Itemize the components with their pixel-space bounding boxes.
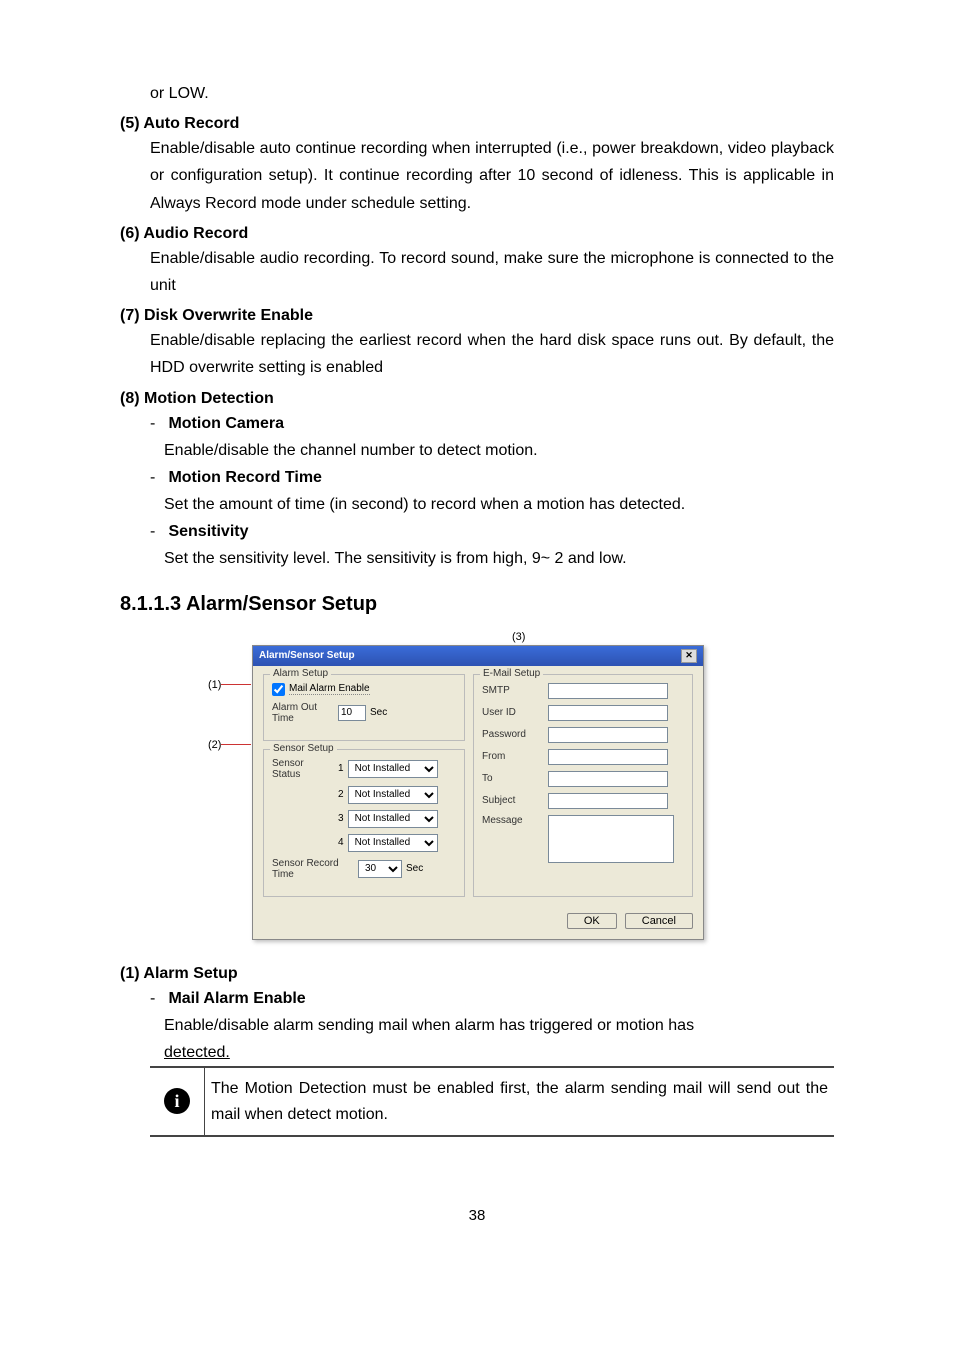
alarm-setup-group: Alarm Setup Mail Alarm Enable Alarm Out …	[263, 674, 465, 741]
userid-input[interactable]	[548, 705, 668, 721]
sensor-record-time-select[interactable]: 30	[358, 860, 402, 878]
dash-icon: -	[150, 985, 164, 1012]
message-label: Message	[482, 815, 544, 826]
sensor-legend: Sensor Setup	[270, 743, 337, 754]
sensor-status-4[interactable]: Not Installed	[348, 834, 438, 852]
sensor-setup-group: Sensor Setup Sensor Status 1 Not Install…	[263, 749, 465, 897]
smtp-input[interactable]	[548, 683, 668, 699]
item5-heading: (5) Auto Record	[120, 115, 834, 133]
dialog-title: Alarm/Sensor Setup	[259, 650, 355, 661]
callout-3: (3)	[512, 631, 525, 643]
section-heading: 8.1.1.3 Alarm/Sensor Setup	[120, 593, 834, 616]
sensor-record-time-label: Sensor Record Time	[272, 858, 354, 880]
dash-icon: -	[150, 410, 164, 437]
callout-1: (1)	[208, 679, 251, 691]
dash-icon: -	[150, 518, 164, 545]
ok-button[interactable]: OK	[567, 913, 617, 929]
to-label: To	[482, 773, 544, 784]
mail-alarm-body-2: detected.	[164, 1039, 230, 1066]
to-input[interactable]	[548, 771, 668, 787]
motion-camera-body: Enable/disable the channel number to det…	[164, 437, 538, 464]
smtp-label: SMTP	[482, 685, 544, 696]
alarm-out-time-label: Alarm Out Time	[272, 702, 334, 724]
subject-label: Subject	[482, 795, 544, 806]
sensor-status-1[interactable]: Not Installed	[348, 760, 438, 778]
close-icon[interactable]: ✕	[681, 649, 697, 663]
intro-text: or LOW.	[150, 80, 834, 107]
subject-input[interactable]	[548, 793, 668, 809]
sensor-status-3[interactable]: Not Installed	[348, 810, 438, 828]
item6-heading: (6) Audio Record	[120, 225, 834, 243]
info-note: i The Motion Detection must be enabled f…	[150, 1066, 834, 1137]
userid-label: User ID	[482, 707, 544, 718]
item6-body: Enable/disable audio recording. To recor…	[150, 245, 834, 299]
message-textarea[interactable]	[548, 815, 674, 863]
item7-heading: (7) Disk Overwrite Enable	[120, 307, 834, 325]
sec-label: Sec	[370, 707, 387, 718]
alarm-out-time-input[interactable]	[338, 705, 366, 721]
motion-record-heading: Motion Record Time	[168, 469, 322, 486]
from-input[interactable]	[548, 749, 668, 765]
password-input[interactable]	[548, 727, 668, 743]
item1-heading: (1) Alarm Setup	[120, 965, 834, 983]
email-setup-group: E-Mail Setup SMTP User ID Password From …	[473, 674, 693, 897]
dash-icon: -	[150, 464, 164, 491]
mail-alarm-enable-label: Mail Alarm Enable	[289, 683, 370, 695]
alarm-legend: Alarm Setup	[270, 668, 331, 679]
from-label: From	[482, 751, 544, 762]
info-text: The Motion Detection must be enabled fir…	[205, 1067, 835, 1136]
item5-body: Enable/disable auto continue recording w…	[150, 135, 834, 217]
sensor-status-label: Sensor Status	[272, 758, 334, 780]
sensor-status-2[interactable]: Not Installed	[348, 786, 438, 804]
sensitivity-body: Set the sensitivity level. The sensitivi…	[164, 545, 627, 572]
item7-body: Enable/disable replacing the earliest re…	[150, 327, 834, 381]
cancel-button[interactable]: Cancel	[625, 913, 693, 929]
motion-camera-heading: Motion Camera	[168, 415, 284, 432]
item8-heading: (8) Motion Detection	[120, 390, 834, 408]
email-legend: E-Mail Setup	[480, 668, 543, 679]
mail-alarm-enable-heading: Mail Alarm Enable	[168, 990, 305, 1007]
info-icon: i	[164, 1088, 190, 1114]
alarm-sensor-dialog: (1) (2) Alarm/Sensor Setup ✕ Alarm Setup	[252, 645, 704, 940]
mail-alarm-enable-checkbox[interactable]	[272, 683, 285, 696]
motion-record-body: Set the amount of time (in second) to re…	[164, 491, 685, 518]
sensitivity-heading: Sensitivity	[168, 523, 248, 540]
callout-2: (2)	[208, 739, 251, 751]
page-number: 38	[120, 1207, 834, 1224]
mail-alarm-body-1: Enable/disable alarm sending mail when a…	[164, 1012, 694, 1039]
sec-label-2: Sec	[406, 863, 423, 874]
password-label: Password	[482, 729, 544, 740]
